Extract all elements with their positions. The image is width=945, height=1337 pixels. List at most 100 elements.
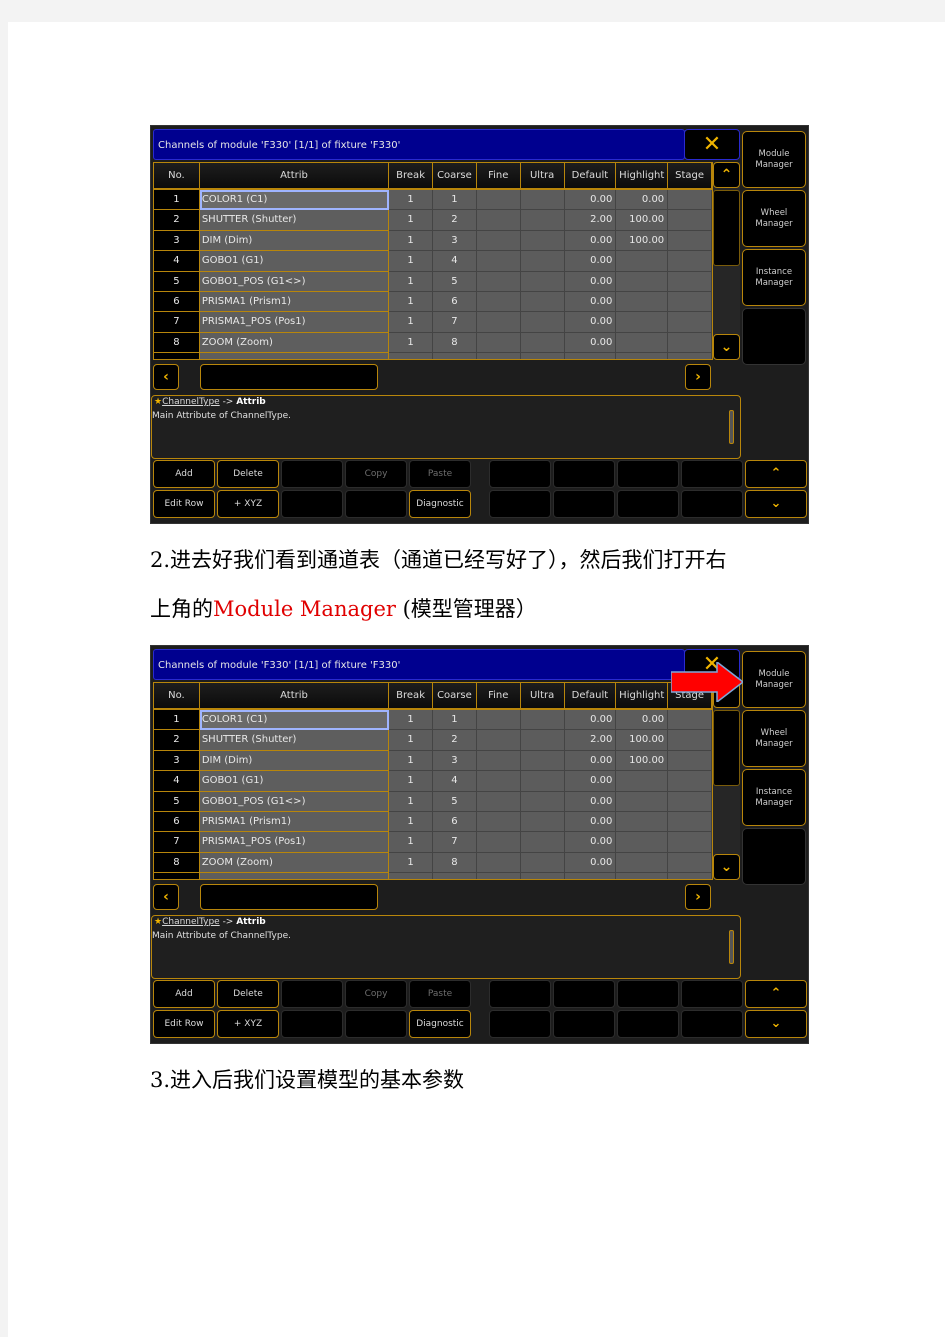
cell-attrib[interactable]: DIM (Dim) (199, 750, 390, 772)
empty-button[interactable] (345, 490, 407, 518)
table-row[interactable]: 1 COLOR1 (C1) 1 1 0.00 0.00 (154, 710, 712, 731)
cell-default[interactable]: 0.00 (564, 251, 617, 272)
empty-button[interactable] (617, 980, 679, 1008)
cell-coarse[interactable]: 5 (432, 791, 477, 812)
cell-coarse[interactable]: 8 (432, 332, 477, 354)
cell-fine[interactable] (476, 811, 521, 833)
cell-attrib[interactable]: GOBO1 (G1) (199, 771, 390, 792)
table-row[interactable]: 2 SHUTTER (Shutter) 1 2 2.00 100.00 (154, 210, 712, 231)
cell-coarse[interactable]: 4 (432, 771, 477, 792)
cell-ultra[interactable] (520, 230, 565, 252)
vertical-scrollbar[interactable]: ⌃ ⌄ (713, 162, 740, 360)
cell-default[interactable]: 0.00 (564, 852, 617, 874)
cell-coarse[interactable]: 1 (432, 710, 477, 731)
cell-default[interactable]: 0.00 (564, 271, 617, 292)
wheel-manager-button[interactable]: Wheel Manager (742, 190, 806, 247)
cell-ultra[interactable] (520, 190, 565, 211)
cell-no[interactable]: 4 (154, 251, 200, 272)
table-row[interactable]: 2 SHUTTER (Shutter) 1 2 2.00 100.00 (154, 730, 712, 751)
table-row[interactable]: 6 PRISMA1 (Prism1) 1 6 0.00 (154, 291, 712, 313)
empty-button[interactable] (681, 1010, 743, 1038)
cell-ultra[interactable] (520, 771, 565, 792)
column-header-default[interactable]: Default (564, 683, 617, 710)
cell-stage[interactable] (668, 251, 712, 272)
column-header-coarse[interactable]: Coarse (433, 163, 477, 190)
vertical-scroll-thumb[interactable] (713, 710, 740, 786)
cell-highlight[interactable]: 100.00 (616, 730, 669, 751)
scroll-down-icon[interactable]: ⌄ (713, 334, 740, 360)
cell-coarse[interactable]: 3 (432, 230, 477, 252)
cell-stage[interactable] (668, 271, 712, 292)
cell-highlight[interactable] (616, 852, 669, 874)
horizontal-scroll-thumb[interactable] (200, 364, 378, 390)
empty-button[interactable] (553, 460, 615, 488)
cell-no[interactable]: 6 (154, 811, 200, 833)
column-header-highlight[interactable]: Highlight (616, 163, 669, 190)
cell-coarse[interactable]: 7 (432, 312, 477, 333)
cell-stage[interactable] (668, 791, 712, 812)
cell-highlight[interactable] (616, 832, 669, 853)
cell-ultra[interactable] (520, 271, 565, 292)
cell-ultra[interactable] (520, 791, 565, 812)
cell-ultra[interactable] (520, 832, 565, 853)
cell-fine[interactable] (476, 230, 521, 252)
cell-attrib[interactable]: SHUTTER (Shutter) (199, 730, 390, 751)
page-up-icon[interactable]: ⌃ (745, 980, 807, 1008)
cell-break[interactable]: 1 (389, 811, 433, 833)
module-manager-button[interactable]: Module Manager (742, 651, 806, 708)
cell-ultra[interactable] (520, 750, 565, 772)
table-row[interactable]: 5 GOBO1_POS (G1<>) 1 5 0.00 (154, 791, 712, 812)
cell-default[interactable]: 0.00 (564, 832, 617, 853)
cell-attrib[interactable]: COLOR1 (C1) (199, 710, 390, 731)
cell-no[interactable]: 8 (154, 332, 200, 354)
cell-coarse[interactable]: 2 (432, 730, 477, 751)
cell-highlight[interactable] (616, 791, 669, 812)
cell-default[interactable]: 0.00 (564, 710, 617, 731)
cell-coarse[interactable]: 8 (432, 852, 477, 874)
cell-default[interactable]: 0.00 (564, 312, 617, 333)
cell-no[interactable]: 1 (154, 710, 200, 731)
module-manager-button[interactable]: Module Manager (742, 131, 806, 188)
horizontal-scrollbar[interactable]: ‹ › (153, 884, 740, 910)
cell-fine[interactable] (476, 730, 521, 751)
cell-break[interactable]: 1 (389, 852, 433, 874)
cell-stage[interactable] (668, 710, 712, 731)
cell-break[interactable]: 1 (389, 230, 433, 252)
cell-fine[interactable] (476, 791, 521, 812)
scroll-right-icon[interactable]: › (685, 884, 711, 910)
column-header-attrib[interactable]: Attrib (199, 163, 390, 190)
empty-button[interactable] (489, 490, 551, 518)
cell-default[interactable]: 0.00 (564, 791, 617, 812)
cell-highlight[interactable]: 0.00 (616, 190, 669, 211)
cell-highlight[interactable]: 100.00 (616, 230, 669, 252)
cell-stage[interactable] (668, 852, 712, 874)
cell-ultra[interactable] (520, 210, 565, 231)
cell-fine[interactable] (476, 251, 521, 272)
wheel-manager-button[interactable]: Wheel Manager (742, 710, 806, 767)
empty-button[interactable] (681, 490, 743, 518)
column-header-attrib[interactable]: Attrib (199, 683, 390, 710)
cell-break[interactable]: 1 (389, 832, 433, 853)
channeltype-link[interactable]: ChannelType (162, 397, 220, 407)
cell-coarse[interactable]: 3 (432, 750, 477, 772)
empty-button[interactable] (489, 980, 551, 1008)
copy-button[interactable]: Copy (345, 980, 407, 1008)
column-header-highlight[interactable]: Highlight (616, 683, 669, 710)
cell-fine[interactable] (476, 750, 521, 772)
empty-button[interactable] (681, 980, 743, 1008)
cell-break[interactable]: 1 (389, 791, 433, 812)
table-row[interactable]: 3 DIM (Dim) 1 3 0.00 100.00 (154, 750, 712, 772)
vertical-scroll-thumb[interactable] (713, 190, 740, 266)
scroll-left-icon[interactable]: ‹ (153, 364, 179, 390)
cell-highlight[interactable] (616, 271, 669, 292)
xyz-button[interactable]: + XYZ (217, 1010, 279, 1038)
edit-row-button[interactable]: Edit Row (153, 490, 215, 518)
cell-attrib[interactable]: COLOR1 (C1) (199, 190, 390, 211)
cell-no[interactable]: 5 (154, 791, 200, 812)
cell-fine[interactable] (476, 312, 521, 333)
cell-break[interactable]: 1 (389, 190, 433, 211)
empty-button[interactable] (281, 1010, 343, 1038)
table-row[interactable]: 8 ZOOM (Zoom) 1 8 0.00 (154, 852, 712, 874)
add-button[interactable]: Add (153, 460, 215, 488)
cell-stage[interactable] (668, 811, 712, 833)
